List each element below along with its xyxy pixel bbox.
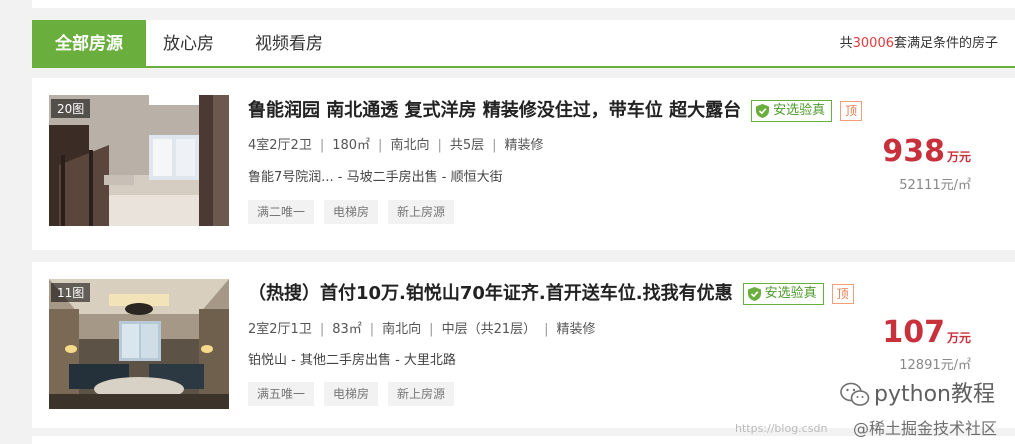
room-layout: 4室2厅2卫	[248, 138, 312, 153]
tag: 满二唯一	[248, 200, 315, 224]
divider: |	[437, 138, 442, 153]
shield-check-icon	[747, 286, 761, 301]
listing-card[interactable]: 20图 鲁能润园 南北通透 复式洋房 精装修没住过，带车位 超大露台 安选验真顶 …	[32, 78, 1015, 250]
listing-tags: 满二唯一 电梯房 新上房源	[248, 200, 464, 224]
listing-title[interactable]: （热搜）首付10万.铂悦山70年证齐.首开送车位.找我有优惠 安选验真顶	[248, 279, 854, 305]
total-price: 107 万元	[882, 315, 971, 350]
result-count-suffix: 套满足条件的房子	[893, 36, 998, 51]
floor-area: 83㎡	[332, 322, 362, 337]
divider: |	[492, 138, 497, 153]
photo-count-badge: 11图	[51, 283, 91, 302]
watermark-url: https://blog.csdn	[735, 422, 828, 435]
result-count-number: 30006	[852, 36, 894, 51]
tab-all-listings[interactable]: 全部房源	[32, 20, 146, 68]
filter-tabbar: 全部房源 放心房 视频看房 共30006套满足条件的房子	[32, 20, 1015, 68]
total-price-value: 107	[882, 315, 945, 350]
divider: |	[429, 322, 434, 337]
total-price: 938 万元	[882, 134, 971, 169]
total-price-unit: 万元	[946, 331, 971, 345]
shield-check-icon	[756, 103, 770, 118]
verified-badge: 安选验真	[751, 100, 833, 122]
floor-info: 共5层	[449, 138, 485, 153]
result-count-prefix: 共	[839, 36, 853, 51]
listing-photo[interactable]: 20图	[49, 95, 229, 226]
tab-video-tour[interactable]: 视频看房	[255, 20, 323, 68]
listing-attributes: 4室2厅2卫 | 180㎡ | 南北向 | 共5层 | 精装修	[248, 134, 544, 153]
decoration: 精装修	[504, 138, 544, 153]
decoration: 精装修	[556, 322, 596, 337]
unit-price: 52111元/㎡	[899, 178, 971, 193]
listing-title-text[interactable]: 鲁能润园 南北通透 复式洋房 精装修没住过，带车位 超大露台	[248, 100, 741, 121]
floor-info: 中层（共21层）	[441, 322, 537, 337]
orientation: 南北向	[382, 322, 422, 337]
previous-card-edge	[32, 0, 1015, 8]
watermark-main: python教程	[874, 382, 995, 407]
watermark: python教程	[840, 380, 995, 410]
listing-page: 全部房源 放心房 视频看房 共30006套满足条件的房子 20图 鲁能润园 南北…	[0, 0, 1015, 444]
top-badge: 顶	[840, 101, 863, 121]
listing-location[interactable]: 铂悦山 - 其他二手房出售 - 大里北路	[248, 349, 456, 368]
orientation: 南北向	[390, 138, 430, 153]
tag: 电梯房	[324, 200, 379, 224]
divider: |	[319, 138, 325, 153]
verified-badge-label: 安选验真	[773, 103, 826, 118]
tag: 新上房源	[388, 382, 455, 406]
tag: 新上房源	[388, 200, 455, 224]
photo-count-badge: 20图	[51, 99, 91, 118]
watermark-sub: @稀土掘金技术社区	[852, 419, 997, 438]
listing-title[interactable]: 鲁能润园 南北通透 复式洋房 精装修没住过，带车位 超大露台 安选验真顶	[248, 96, 863, 122]
divider: |	[544, 322, 549, 337]
listing-title-text[interactable]: （热搜）首付10万.铂悦山70年证齐.首开送车位.找我有优惠	[248, 283, 733, 304]
total-price-unit: 万元	[946, 150, 971, 164]
result-count: 共30006套满足条件的房子	[840, 20, 998, 68]
listing-location[interactable]: 鲁能7号院润... - 马坡二手房出售 - 顺恒大街	[248, 166, 503, 185]
divider: |	[378, 138, 383, 153]
listing-attributes: 2室2厅1卫 | 83㎡ | 南北向 | 中层（共21层） | 精装修	[248, 318, 596, 337]
unit-price: 12891元/㎡	[899, 358, 971, 373]
divider: |	[369, 322, 375, 337]
listing-tags: 满五唯一 电梯房 新上房源	[248, 382, 464, 406]
verified-badge-label: 安选验真	[764, 286, 817, 301]
divider: |	[319, 322, 325, 337]
verified-badge: 安选验真	[742, 283, 824, 305]
tab-trusted-listings[interactable]: 放心房	[163, 20, 214, 68]
floor-area: 180㎡	[332, 138, 371, 153]
listing-photo[interactable]: 11图	[49, 279, 229, 409]
room-layout: 2室2厅1卫	[248, 322, 312, 337]
tag: 电梯房	[324, 382, 379, 406]
top-badge: 顶	[831, 284, 854, 304]
total-price-value: 938	[882, 134, 945, 169]
wechat-icon	[840, 382, 870, 406]
tag: 满五唯一	[248, 382, 315, 406]
